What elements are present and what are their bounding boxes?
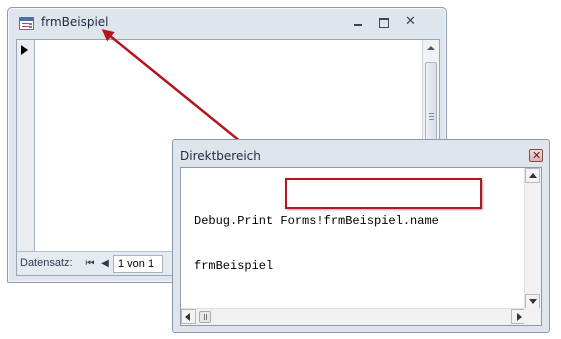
previous-record-icon[interactable]: ◀	[99, 257, 111, 271]
form-icon[interactable]	[19, 17, 34, 30]
chevron-right-icon	[517, 313, 522, 321]
close-icon[interactable]: ✕	[403, 14, 417, 29]
immediate-window-editor[interactable]: Debug.Print Forms!frmBeispiel.name frmBe…	[180, 167, 542, 326]
scrollbar-corner	[524, 308, 541, 325]
close-icon[interactable]: ✕	[529, 149, 543, 162]
code-line-command: Debug.Print Forms!frmBeispiel.name	[194, 214, 439, 228]
chevron-up-icon	[529, 173, 537, 178]
form-icon-field	[29, 26, 32, 28]
scroll-left-button[interactable]	[181, 309, 196, 324]
immediate-code[interactable]: Debug.Print Forms!frmBeispiel.name frmBe…	[194, 184, 439, 304]
horizontal-scroll-thumb[interactable]	[199, 311, 211, 323]
close-glyph: ✕	[532, 149, 542, 162]
record-nav-label: Datensatz:	[20, 257, 73, 269]
scroll-grip	[429, 119, 434, 120]
scroll-down-button[interactable]	[525, 294, 540, 309]
code-line-output: frmBeispiel	[194, 259, 274, 273]
chevron-left-icon	[185, 313, 190, 321]
minimize-icon[interactable]	[351, 16, 365, 28]
record-selector[interactable]	[17, 40, 35, 252]
scroll-grip	[429, 113, 434, 114]
current-record-field[interactable]: 1 von 1	[113, 255, 163, 273]
form-titlebar[interactable]: frmBeispiel ✕	[8, 8, 446, 36]
immediate-vertical-scrollbar[interactable]	[524, 168, 541, 309]
immediate-window: Direktbereich ✕ Debug.Print Forms!frmBei…	[172, 139, 550, 333]
scroll-grip	[429, 116, 434, 117]
immediate-horizontal-scrollbar[interactable]	[181, 308, 526, 325]
scroll-up-button[interactable]	[525, 168, 540, 183]
close-glyph: ✕	[405, 14, 416, 29]
form-title: frmBeispiel	[41, 15, 109, 29]
immediate-window-title: Direktbereich	[180, 149, 261, 163]
chevron-down-icon	[529, 299, 537, 304]
restore-icon[interactable]	[376, 16, 390, 28]
form-icon-field	[29, 23, 32, 25]
current-record-arrow-icon	[21, 45, 28, 55]
scroll-up-icon[interactable]	[427, 46, 435, 50]
first-record-icon[interactable]: ⏮	[83, 257, 97, 271]
